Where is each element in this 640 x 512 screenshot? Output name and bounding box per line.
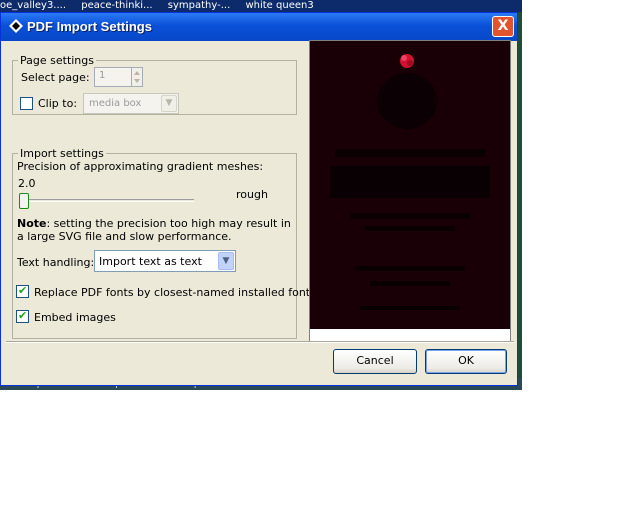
- desktop-icon-label[interactable]: peace-thinki...: [81, 0, 152, 11]
- ok-button[interactable]: OK: [425, 349, 507, 374]
- precision-label: Precision of approximating gradient mesh…: [17, 160, 264, 173]
- text-handling-value: Import text as text: [99, 255, 202, 268]
- rose-icon: [400, 54, 414, 68]
- clip-to-value: media box: [89, 98, 142, 109]
- cancel-button[interactable]: Cancel: [333, 349, 417, 374]
- embed-images-label: Embed images: [34, 311, 116, 324]
- page-settings-legend: Page settings: [18, 54, 96, 67]
- button-separator: [6, 341, 514, 343]
- note-line1: : setting the precision too high may res…: [46, 217, 291, 230]
- desktop-icon-label[interactable]: white queen3: [245, 0, 313, 11]
- replace-fonts-checkbox[interactable]: [16, 284, 29, 298]
- inkscape-icon: [9, 19, 23, 33]
- ok-label: OK: [458, 354, 474, 367]
- replace-fonts-label: Replace PDF fonts by closest-named insta…: [34, 286, 316, 299]
- select-page-input[interactable]: 1: [94, 67, 132, 87]
- chevron-down-icon: ▼: [218, 252, 234, 270]
- select-page-label: Select page:: [21, 71, 90, 84]
- precision-slider-thumb[interactable]: [19, 193, 29, 209]
- note-bold: Note: [17, 217, 47, 230]
- import-settings-legend: Import settings: [18, 147, 106, 160]
- clip-to-checkbox[interactable]: [20, 97, 33, 110]
- stepper-arrows-icon: [134, 71, 140, 83]
- desktop-icon-labels-top: oe_valley3.... peace-thinki... sympathy-…: [0, 0, 522, 12]
- clip-to-label: Clip to:: [38, 97, 78, 110]
- select-page-stepper[interactable]: [131, 67, 143, 87]
- preview-page-thumbnail: [310, 41, 510, 329]
- page-preview: [309, 40, 511, 343]
- desktop-icon-label[interactable]: oe_valley3....: [0, 0, 66, 11]
- note-line2: a large SVG file and slow performance.: [17, 230, 232, 243]
- text-handling-select[interactable]: Import text as text ▼: [94, 250, 236, 272]
- embed-images-checkbox[interactable]: [16, 309, 29, 323]
- dialog-title: PDF Import Settings: [27, 19, 152, 34]
- chevron-down-icon: ▼: [161, 95, 177, 112]
- pdf-import-dialog: PDF Import Settings X Page settings Sele…: [0, 12, 518, 386]
- desktop-icon-label[interactable]: sympathy-...: [168, 0, 231, 11]
- note-text: Note: setting the precision too high may…: [17, 217, 291, 230]
- title-bar[interactable]: PDF Import Settings X: [1, 13, 517, 41]
- precision-rough-label: rough: [236, 188, 268, 201]
- clip-to-select[interactable]: media box ▼: [83, 93, 179, 114]
- precision-value: 2.0: [18, 177, 36, 190]
- close-button[interactable]: X: [492, 16, 514, 37]
- text-handling-label: Text handling:: [17, 256, 95, 269]
- precision-slider-track[interactable]: [23, 199, 194, 202]
- cancel-label: Cancel: [356, 354, 394, 367]
